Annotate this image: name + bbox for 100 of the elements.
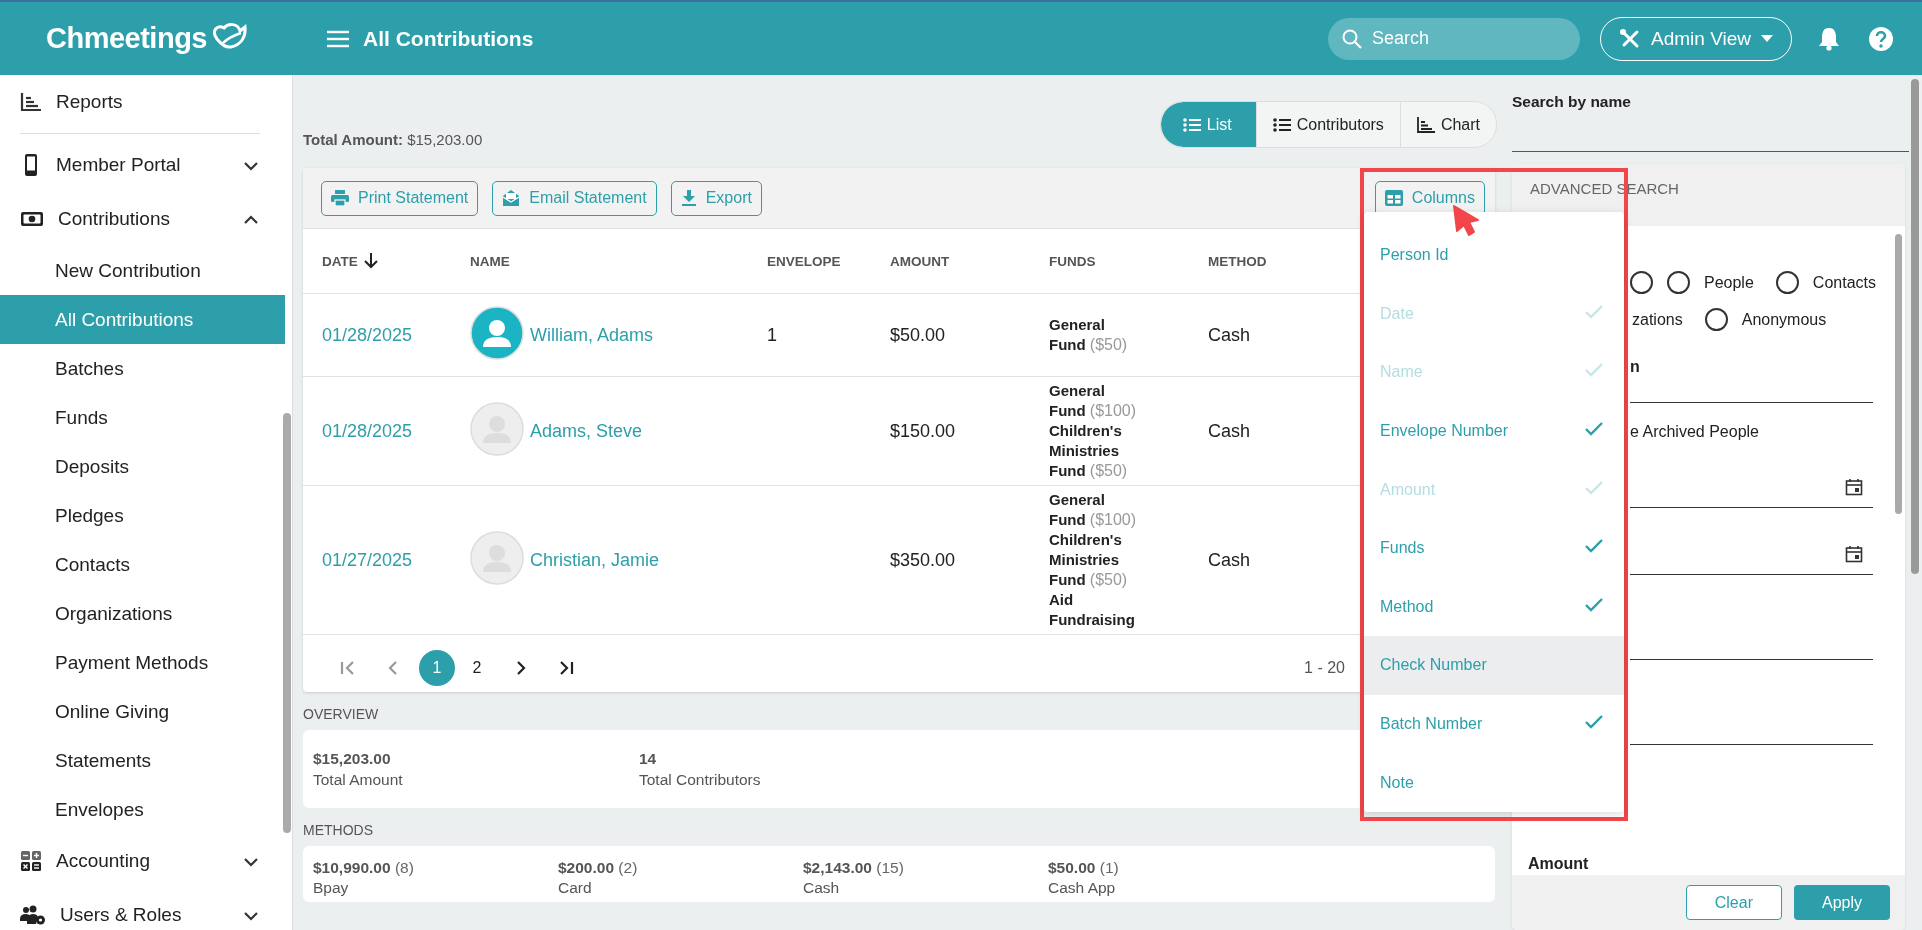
scrollbar-thumb[interactable] bbox=[283, 413, 291, 833]
method-amount: $10,990.00 (8) bbox=[313, 858, 415, 878]
list-icon bbox=[1272, 117, 1291, 132]
contributor-link[interactable]: Adams, Steve bbox=[530, 420, 643, 442]
column-option[interactable]: Person Id bbox=[1364, 226, 1624, 285]
checkmark-icon bbox=[1584, 362, 1604, 379]
table-cell: Cash bbox=[1208, 324, 1251, 346]
column-option[interactable]: Method bbox=[1364, 577, 1624, 637]
date-link[interactable]: 01/28/2025 bbox=[322, 324, 413, 346]
column-header[interactable]: NAME bbox=[470, 253, 767, 269]
table-cell: Cash bbox=[1208, 549, 1251, 571]
radio-button[interactable] bbox=[1630, 271, 1653, 294]
checkbox-label: e Archived People bbox=[1630, 423, 1760, 441]
column-header[interactable]: FUNDS bbox=[1049, 253, 1208, 269]
nav-subitem[interactable]: Organizations bbox=[0, 589, 285, 638]
caret-icon bbox=[1761, 35, 1773, 42]
date-link[interactable]: 01/28/2025 bbox=[322, 420, 413, 442]
column-option[interactable]: Funds bbox=[1364, 518, 1624, 578]
nav-subitem[interactable]: Funds bbox=[0, 393, 285, 442]
checkmark-icon bbox=[1584, 303, 1604, 320]
menu-icon[interactable] bbox=[327, 29, 349, 48]
pointer-cursor-icon bbox=[1452, 204, 1482, 238]
view-tab[interactable]: Chart bbox=[1399, 102, 1496, 147]
list-icon bbox=[1182, 117, 1201, 132]
view-tab[interactable]: List bbox=[1160, 102, 1256, 147]
apply-button[interactable]: Apply bbox=[1793, 885, 1890, 920]
radio-button[interactable] bbox=[1775, 271, 1799, 294]
toolbar-button[interactable]: Email Statement bbox=[492, 180, 657, 216]
nav-subitem[interactable]: Deposits bbox=[0, 442, 285, 491]
toolbar-button[interactable]: Print Statement bbox=[321, 180, 479, 216]
toolbar-button[interactable]: Export bbox=[670, 180, 762, 216]
banknote-icon bbox=[20, 210, 44, 228]
column-header[interactable]: ENVELOPE bbox=[767, 253, 890, 269]
scrollbar-thumb[interactable] bbox=[1895, 234, 1902, 514]
logo-text: Chmeetings bbox=[46, 22, 207, 55]
avatar-placeholder-icon bbox=[470, 530, 524, 585]
contributor-link[interactable]: William, Adams bbox=[530, 324, 654, 346]
tools-icon bbox=[1619, 27, 1641, 50]
nav-item[interactable]: Users & Roles bbox=[0, 888, 285, 930]
help-icon[interactable] bbox=[1868, 25, 1894, 52]
stat-value: 14 bbox=[639, 749, 658, 769]
nav-item[interactable]: Reports bbox=[0, 75, 285, 129]
download-icon bbox=[680, 190, 697, 206]
view-tab[interactable]: Contributors bbox=[1255, 102, 1400, 147]
calculator-icon bbox=[20, 850, 42, 872]
method-label: Cash bbox=[803, 878, 841, 898]
nav-item[interactable]: Member Portal bbox=[0, 138, 285, 192]
page-button[interactable]: 2 bbox=[459, 649, 495, 686]
nav-subitem[interactable]: New Contribution bbox=[0, 246, 285, 295]
radio-label: Anonymous bbox=[1741, 310, 1827, 329]
nav-subitem[interactable]: Envelopes bbox=[0, 785, 285, 834]
table-cell: $150.00 bbox=[890, 420, 956, 442]
users-gear-icon bbox=[20, 905, 46, 925]
last-page-icon[interactable] bbox=[557, 659, 575, 676]
fund-entry: Aid Fundraising bbox=[1049, 590, 1136, 630]
envelope-icon bbox=[502, 189, 521, 207]
table-cell: $350.00 bbox=[890, 549, 956, 571]
method-label: Cash App bbox=[1048, 878, 1117, 898]
column-option[interactable]: Envelope Number bbox=[1364, 401, 1624, 461]
nav-subitem[interactable]: All Contributions bbox=[0, 295, 285, 344]
date-link[interactable]: 01/27/2025 bbox=[322, 549, 413, 571]
search-icon bbox=[1342, 28, 1362, 49]
column-option[interactable]: Note bbox=[1364, 753, 1624, 812]
radio-label: zations bbox=[1632, 310, 1683, 329]
chevron-down-icon[interactable] bbox=[243, 911, 259, 921]
chevron-up-icon[interactable] bbox=[243, 215, 259, 225]
contributor-link[interactable]: Christian, Jamie bbox=[530, 549, 660, 571]
scrollbar-thumb[interactable] bbox=[1911, 79, 1919, 574]
table-icon bbox=[1384, 190, 1403, 206]
calendar-icon[interactable] bbox=[1845, 478, 1863, 496]
column-option[interactable]: Check Number bbox=[1364, 636, 1624, 695]
nav-item[interactable]: Contributions bbox=[0, 192, 285, 246]
clear-button[interactable]: Clear bbox=[1685, 885, 1782, 920]
page-button[interactable]: 1 bbox=[419, 649, 455, 686]
bell-icon[interactable] bbox=[1818, 26, 1840, 51]
nav-subitem[interactable]: Pledges bbox=[0, 491, 285, 540]
method-amount: $50.00 (1) bbox=[1048, 858, 1120, 878]
radio-button[interactable] bbox=[1667, 271, 1690, 294]
avatar-icon bbox=[470, 305, 524, 360]
nav-subitem[interactable]: Online Giving bbox=[0, 687, 285, 736]
column-header[interactable]: DATE bbox=[322, 253, 470, 269]
fund-entry: Children's Ministries Fund ($50) bbox=[1049, 530, 1129, 590]
nav-subitem[interactable]: Batches bbox=[0, 344, 285, 393]
radio-label: People bbox=[1704, 273, 1754, 292]
stat-value: $15,203.00 bbox=[313, 749, 392, 769]
amount-label: Amount bbox=[1528, 855, 1589, 873]
nav-subitem[interactable]: Contacts bbox=[0, 540, 285, 589]
calendar-icon[interactable] bbox=[1845, 545, 1863, 563]
radio-button[interactable] bbox=[1704, 308, 1728, 331]
nav-subitem[interactable]: Payment Methods bbox=[0, 638, 285, 687]
chevron-down-icon[interactable] bbox=[243, 161, 259, 171]
first-page-icon[interactable] bbox=[339, 659, 357, 676]
checkmark-icon bbox=[1584, 479, 1604, 496]
column-option[interactable]: Batch Number bbox=[1364, 694, 1624, 754]
chevron-down-icon[interactable] bbox=[243, 857, 259, 867]
checkmark-icon bbox=[1584, 596, 1604, 613]
column-header[interactable]: AMOUNT bbox=[890, 253, 1049, 269]
nav-subitem[interactable]: Statements bbox=[0, 736, 285, 785]
nav-item[interactable]: Accounting bbox=[0, 834, 285, 888]
bar-chart-icon bbox=[20, 92, 42, 112]
